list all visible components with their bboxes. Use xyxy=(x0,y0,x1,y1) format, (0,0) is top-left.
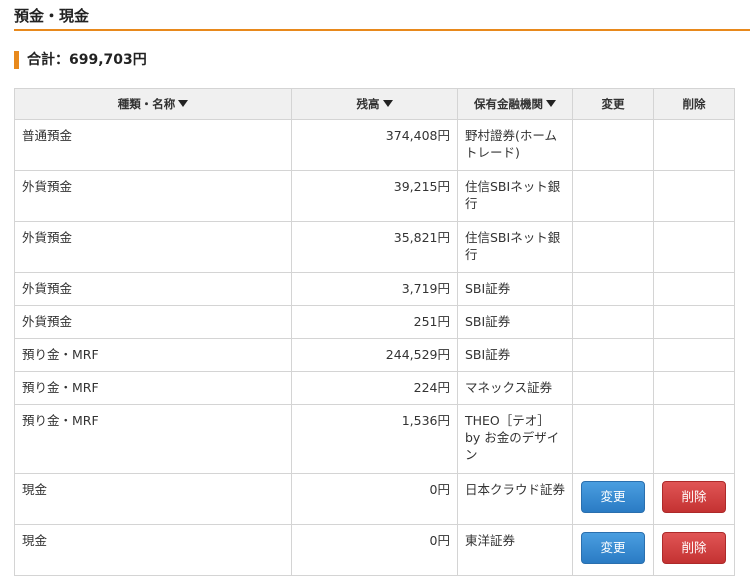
delete-button[interactable]: 削除 xyxy=(662,481,726,513)
table-row: 現金 0円 日本クラウド証券 変更 削除 xyxy=(14,473,735,525)
asset-amount: 251円 xyxy=(291,305,458,339)
delete-cell xyxy=(653,404,735,474)
column-header-type-label: 種類・名称 xyxy=(117,97,176,111)
delete-cell xyxy=(653,119,735,171)
column-header-institution[interactable]: 保有金融機関 xyxy=(457,88,573,120)
asset-type: 現金 xyxy=(14,473,292,525)
edit-cell: 変更 xyxy=(572,524,654,576)
table-row: 外貨預金 39,215円 住信SBIネット銀行 xyxy=(14,170,735,222)
table-row: 外貨預金 35,821円 住信SBIネット銀行 xyxy=(14,221,735,273)
edit-cell xyxy=(572,170,654,222)
sort-down-icon xyxy=(546,100,556,107)
column-header-balance[interactable]: 残高 xyxy=(291,88,458,120)
table-row: 外貨預金 251円 SBI証券 xyxy=(14,305,735,339)
delete-cell: 削除 xyxy=(653,524,735,576)
sort-down-icon xyxy=(178,100,189,107)
edit-cell xyxy=(572,404,654,474)
asset-institution: 住信SBIネット銀行 xyxy=(457,221,573,273)
sort-down-icon xyxy=(382,100,393,107)
edit-cell xyxy=(572,272,654,306)
assets-table: 種類・名称 残高 保有金融機関 変更 削除 普通預金 374,408円 野村證券… xyxy=(14,88,735,576)
table-row: 預り金・MRF 224円 マネックス証券 xyxy=(14,371,735,405)
asset-institution: SBI証券 xyxy=(457,305,573,339)
asset-amount: 244,529円 xyxy=(291,338,458,372)
asset-institution: 野村證券(ホームトレード) xyxy=(457,119,573,171)
delete-cell: 削除 xyxy=(653,473,735,525)
table-row: 普通預金 374,408円 野村證券(ホームトレード) xyxy=(14,119,735,171)
edit-cell xyxy=(572,305,654,339)
total-amount: 合計：699,703円 xyxy=(14,51,147,69)
asset-institution: 東洋証券 xyxy=(457,524,573,576)
asset-amount: 224円 xyxy=(291,371,458,405)
table-row: 現金 0円 東洋証券 変更 削除 xyxy=(14,524,735,576)
delete-button[interactable]: 削除 xyxy=(662,532,726,564)
column-header-balance-label: 残高 xyxy=(356,97,380,111)
column-header-edit: 変更 xyxy=(572,88,654,120)
asset-institution: マネックス証券 xyxy=(457,371,573,405)
edit-cell xyxy=(572,221,654,273)
asset-institution: 住信SBIネット銀行 xyxy=(457,170,573,222)
asset-type: 普通預金 xyxy=(14,119,292,171)
edit-cell xyxy=(572,119,654,171)
column-header-type[interactable]: 種類・名称 xyxy=(14,88,292,120)
edit-cell: 変更 xyxy=(572,473,654,525)
asset-amount: 0円 xyxy=(291,473,458,525)
section-title: 預金・現金 xyxy=(14,7,90,25)
delete-cell xyxy=(653,371,735,405)
delete-cell xyxy=(653,221,735,273)
edit-button[interactable]: 変更 xyxy=(581,532,645,564)
edit-button[interactable]: 変更 xyxy=(581,481,645,513)
asset-institution: SBI証券 xyxy=(457,338,573,372)
delete-cell xyxy=(653,338,735,372)
asset-type: 外貨預金 xyxy=(14,221,292,273)
asset-amount: 3,719円 xyxy=(291,272,458,306)
delete-cell xyxy=(653,305,735,339)
asset-type: 預り金・MRF xyxy=(14,371,292,405)
asset-type: 預り金・MRF xyxy=(14,338,292,372)
edit-cell xyxy=(572,338,654,372)
asset-amount: 0円 xyxy=(291,524,458,576)
table-header-row: 種類・名称 残高 保有金融機関 変更 削除 xyxy=(14,88,735,120)
asset-amount: 35,821円 xyxy=(291,221,458,273)
asset-type: 現金 xyxy=(14,524,292,576)
table-row: 外貨預金 3,719円 SBI証券 xyxy=(14,272,735,306)
column-header-delete: 削除 xyxy=(653,88,735,120)
edit-cell xyxy=(572,371,654,405)
asset-institution: SBI証券 xyxy=(457,272,573,306)
delete-cell xyxy=(653,170,735,222)
asset-type: 外貨預金 xyxy=(14,272,292,306)
table-row: 預り金・MRF 244,529円 SBI証券 xyxy=(14,338,735,372)
asset-type: 預り金・MRF xyxy=(14,404,292,474)
asset-type: 外貨預金 xyxy=(14,305,292,339)
asset-amount: 39,215円 xyxy=(291,170,458,222)
asset-type: 外貨預金 xyxy=(14,170,292,222)
asset-institution: THEO［テオ］by お金のデザイン xyxy=(457,404,573,474)
column-header-institution-label: 保有金融機関 xyxy=(474,97,543,111)
delete-cell xyxy=(653,272,735,306)
asset-amount: 374,408円 xyxy=(291,119,458,171)
section-header: 預金・現金 xyxy=(14,0,750,31)
asset-institution: 日本クラウド証券 xyxy=(457,473,573,525)
asset-amount: 1,536円 xyxy=(291,404,458,474)
table-row: 預り金・MRF 1,536円 THEO［テオ］by お金のデザイン xyxy=(14,404,735,474)
